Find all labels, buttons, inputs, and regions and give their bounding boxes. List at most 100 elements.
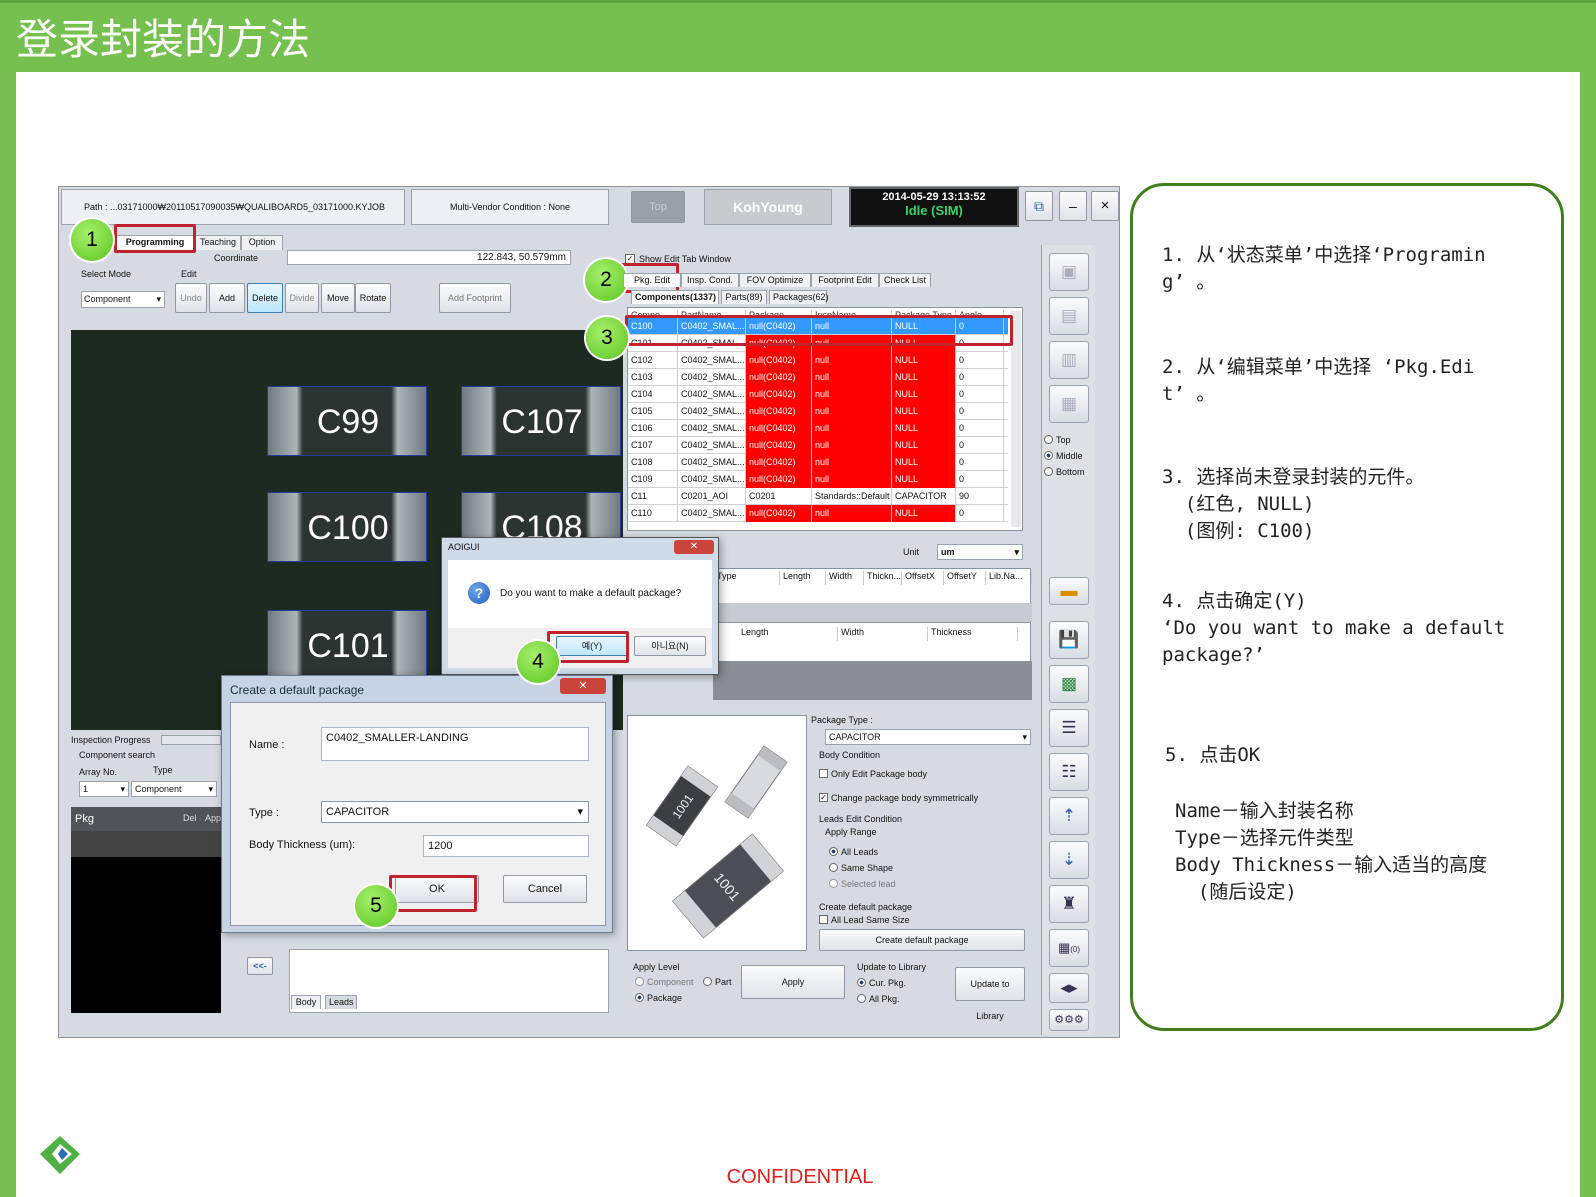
name-input[interactable]: C0402_SMALLER-LANDING [321, 727, 589, 761]
board-icon[interactable]: ☰ [1049, 709, 1089, 747]
table-cell[interactable]: 0 [956, 369, 1004, 386]
folder-icon[interactable]: ▬ [1049, 577, 1089, 605]
subtab-2[interactable]: Packages(62) [769, 290, 829, 304]
table-cell[interactable]: 0 [956, 471, 1004, 488]
radio-middle[interactable]: Middle [1044, 451, 1083, 461]
edit-button-move[interactable]: Move [321, 283, 355, 313]
table-cell[interactable]: 0 [956, 403, 1004, 420]
table-cell[interactable]: null(C0402) [746, 403, 812, 420]
type-select[interactable]: CAPACITOR ▾ [321, 801, 589, 823]
table-row[interactable]: C104 C0402_SMAL... null(C0402) null NULL 0 [628, 386, 1008, 403]
tab-insp-cond-[interactable]: Insp. Cond. [681, 273, 739, 287]
table-cell[interactable]: null(C0402) [746, 454, 812, 471]
create-default-package-button[interactable]: Create default package [819, 929, 1025, 951]
tab-pkg-edit[interactable]: Pkg. Edit [623, 273, 681, 287]
stamp-icon[interactable]: ♜ [1049, 885, 1089, 923]
table-cell[interactable]: 0 [956, 420, 1004, 437]
table-row[interactable]: C106 C0402_SMAL... null(C0402) null NULL 0 [628, 420, 1008, 437]
component-c101[interactable]: C101 [267, 610, 427, 680]
radio-package[interactable]: Package [635, 993, 682, 1003]
table-cell[interactable]: C0402_SMAL... [678, 386, 746, 403]
radio-all-pkg[interactable]: All Pkg. [857, 994, 900, 1004]
no-button[interactable]: 아니요(N) [634, 636, 706, 656]
table-cell[interactable]: null [812, 352, 892, 369]
subtab-0[interactable]: Components(1337) [631, 290, 719, 304]
edit-button-divide[interactable]: Divide [285, 283, 319, 313]
radio-same-shape[interactable]: Same Shape [829, 863, 893, 873]
del-button[interactable]: Del [183, 813, 197, 823]
table-cell[interactable]: C0402_SMAL... [678, 369, 746, 386]
tool-icon-3[interactable]: ▥ [1049, 341, 1089, 379]
table-cell[interactable]: null(C0402) [746, 369, 812, 386]
nav-back-button[interactable]: <<- [247, 957, 273, 975]
table-cell[interactable]: NULL [892, 505, 956, 522]
table-cell[interactable]: C0402_SMAL... [678, 471, 746, 488]
table-row[interactable]: C11 C0201_AOI C0201 Standards::Default CAPAC… [628, 488, 1008, 505]
type-dropdown[interactable]: Component ▾ [131, 781, 217, 797]
subtab-1[interactable]: Parts(89) [721, 290, 767, 304]
edit-button-rotate[interactable]: Rotate [355, 283, 391, 313]
tab-option[interactable]: Option [241, 235, 283, 250]
table-cell[interactable]: NULL [892, 420, 956, 437]
image-icon[interactable]: ▩ [1049, 665, 1089, 703]
table-row[interactable]: C110 C0402_SMAL... null(C0402) null NULL 0 [628, 505, 1008, 522]
tab-teaching[interactable]: Teaching [195, 235, 241, 250]
only-edit-body-checkbox[interactable]: Only Edit Package body [819, 769, 927, 779]
component-c100[interactable]: C100 [267, 492, 427, 562]
table-cell[interactable]: null [812, 437, 892, 454]
table-cell[interactable]: Standards::Default [812, 488, 892, 505]
table-row[interactable]: C102 C0402_SMAL... null(C0402) null NULL 0 [628, 352, 1008, 369]
tool-icon-1[interactable]: ▣ [1049, 253, 1089, 291]
table-cell[interactable]: null(C0402) [746, 471, 812, 488]
add-footprint-button[interactable]: Add Footprint [439, 283, 511, 313]
table-cell[interactable]: null [812, 471, 892, 488]
tab-fov-optimize[interactable]: FOV Optimize [739, 273, 811, 287]
save-icon[interactable]: 💾 [1049, 621, 1089, 659]
report-icon[interactable]: ▦(0) [1049, 929, 1089, 967]
table-cell[interactable]: null [812, 505, 892, 522]
table-cell[interactable]: NULL [892, 386, 956, 403]
table-cell[interactable]: C0402_SMAL... [678, 437, 746, 454]
arrows-icon[interactable]: ◂▸ [1049, 973, 1089, 1003]
radio-part[interactable]: Part [703, 977, 732, 987]
close-icon[interactable]: ✕ [674, 540, 714, 554]
top-button[interactable]: Top [631, 191, 685, 223]
table-cell[interactable]: 90 [956, 488, 1004, 505]
board-edit-icon[interactable]: ☷ [1049, 753, 1089, 791]
cancel-button[interactable]: Cancel [503, 875, 587, 903]
table-cell[interactable]: C104 [628, 386, 678, 403]
window-restore-icon[interactable]: ⧉ [1025, 191, 1053, 221]
tab-leads[interactable]: Leads [325, 995, 357, 1009]
table-cell[interactable]: NULL [892, 437, 956, 454]
table-cell[interactable]: null(C0402) [746, 386, 812, 403]
edit-button-add[interactable]: Add [209, 283, 245, 313]
close-button[interactable]: × [1091, 191, 1119, 221]
tab-check-list[interactable]: Check List [879, 273, 931, 287]
table-cell[interactable]: null(C0402) [746, 505, 812, 522]
table-cell[interactable]: null [812, 403, 892, 420]
pkg-list[interactable] [71, 857, 221, 1013]
table-cell[interactable]: C108 [628, 454, 678, 471]
table-cell[interactable]: null(C0402) [746, 420, 812, 437]
table-cell[interactable]: C0402_SMAL... [678, 403, 746, 420]
table-row[interactable]: C108 C0402_SMAL... null(C0402) null NULL 0 [628, 454, 1008, 471]
radio-selected-lead[interactable]: Selected lead [829, 879, 896, 889]
package-type-dropdown[interactable]: CAPACITOR ▾ [825, 729, 1031, 745]
close-icon[interactable]: ✕ [560, 678, 606, 694]
component-c99[interactable]: C99 [267, 386, 427, 456]
table-cell[interactable]: C0402_SMAL... [678, 420, 746, 437]
table-cell[interactable]: C106 [628, 420, 678, 437]
select-mode-dropdown[interactable]: Component ▾ [81, 291, 165, 308]
minimize-button[interactable]: – [1059, 191, 1087, 221]
table-cell[interactable]: C102 [628, 352, 678, 369]
table-cell[interactable]: C105 [628, 403, 678, 420]
unit-dropdown[interactable]: um ▾ [937, 544, 1023, 560]
radio-cur-pkg[interactable]: Cur. Pkg. [857, 978, 906, 988]
table-cell[interactable]: NULL [892, 454, 956, 471]
table-cell[interactable]: 0 [956, 505, 1004, 522]
table-row[interactable]: C105 C0402_SMAL... null(C0402) null NULL 0 [628, 403, 1008, 420]
table-cell[interactable]: NULL [892, 352, 956, 369]
table-row[interactable]: C109 C0402_SMAL... null(C0402) null NULL 0 [628, 471, 1008, 488]
table-cell[interactable]: NULL [892, 369, 956, 386]
tool-icon-4[interactable]: ▦ [1049, 385, 1089, 423]
